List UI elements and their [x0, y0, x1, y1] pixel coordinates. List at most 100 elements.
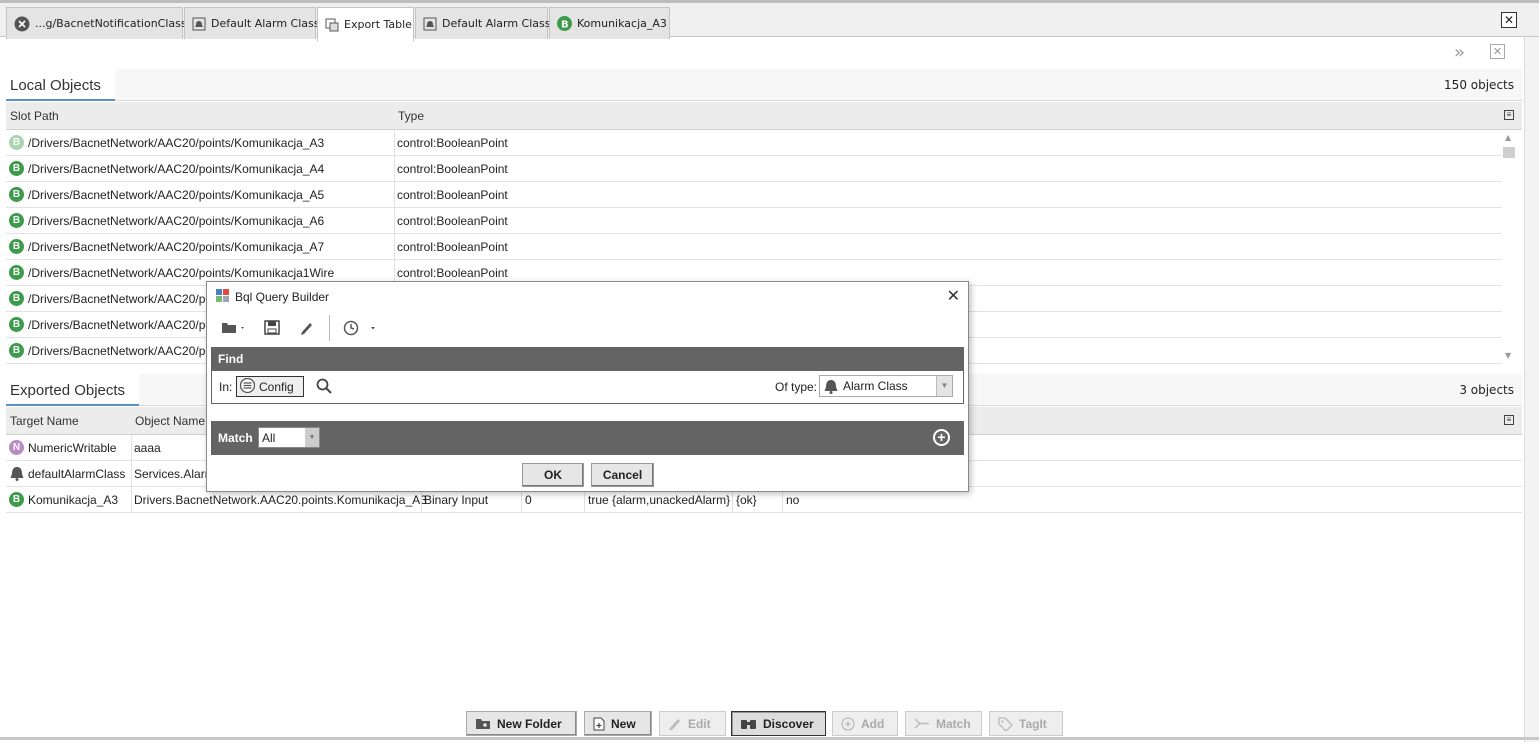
- slot-path-cell: /Drivers/BacnetNetwork/AAC20/points/Komu…: [28, 162, 325, 176]
- instance-cell: 0: [525, 493, 532, 507]
- of-type-select[interactable]: Alarm Class ▼: [819, 375, 953, 397]
- object-type-cell: Binary Input: [424, 493, 489, 507]
- object-name-cell: aaaa: [134, 441, 161, 455]
- dialog-title-bar: Bql Query Builder ✕: [207, 282, 968, 310]
- boolean-point-icon: B: [9, 187, 24, 202]
- table-options-icon[interactable]: ≡: [1504, 415, 1514, 425]
- tagit-label: TagIt: [1019, 716, 1047, 731]
- boolean-point-icon: B: [9, 265, 24, 280]
- table-options-icon[interactable]: ≡: [1504, 110, 1514, 120]
- open-folder-icon[interactable]: [221, 320, 247, 337]
- chevron-down-icon[interactable]: ▼: [936, 376, 952, 396]
- history-clock-icon[interactable]: [343, 320, 377, 339]
- alarm-bell-icon: [10, 466, 24, 484]
- new-document-icon: [593, 717, 605, 731]
- in-config-button[interactable]: Config: [236, 376, 304, 397]
- tab-bacnet-notification-class[interactable]: ...g/BacnetNotificationClass: [6, 7, 187, 39]
- tab-label: Export Table: [344, 18, 412, 31]
- find-section: In: Config Of type: Alarm Class ▼: [211, 371, 964, 404]
- add-condition-icon[interactable]: +: [933, 429, 950, 446]
- tab-bar: ...g/BacnetNotificationClass Default Ala…: [0, 0, 1539, 41]
- tab-export-table[interactable]: Export Table: [317, 7, 414, 41]
- dialog-toolbar: [211, 312, 967, 344]
- dialog-title: Bql Query Builder: [235, 290, 330, 304]
- expand-side-bar-icon[interactable]: »: [1454, 42, 1465, 63]
- table-row[interactable]: B /Drivers/BacnetNetwork/AAC20/points/Ko…: [6, 234, 1502, 260]
- type-cell: control:BooleanPoint: [397, 188, 508, 202]
- local-objects-column-header: Slot Path Type ≡: [6, 102, 1522, 130]
- column-target-name[interactable]: Target Name: [10, 414, 79, 428]
- type-cell: control:BooleanPoint: [397, 266, 508, 280]
- boolean-point-icon: B: [9, 161, 24, 176]
- match-label-btn: Match: [936, 716, 971, 731]
- table-row[interactable]: B /Drivers/BacnetNetwork/AAC20/points/Ko…: [6, 182, 1502, 208]
- close-view-icon[interactable]: ✕: [1490, 44, 1505, 59]
- alarm-class-icon: [423, 17, 437, 31]
- cancel-button[interactable]: Cancel: [591, 463, 654, 487]
- ok-button[interactable]: OK: [522, 463, 584, 487]
- match-select[interactable]: All ▼: [258, 427, 320, 448]
- bql-logo-icon: [216, 289, 230, 306]
- table-row[interactable]: B /Drivers/BacnetNetwork/AAC20/points/Ko…: [6, 130, 1502, 156]
- view-toolbar: » ✕: [8, 37, 1518, 68]
- column-slot-path[interactable]: Slot Path: [10, 109, 59, 123]
- object-name-cell: Drivers.BacnetNetwork.AAC20.points.Komun…: [134, 493, 427, 507]
- of-type-label: Of type:: [775, 380, 818, 394]
- close-circle-icon: [14, 16, 30, 32]
- match-section: Match All ▼ +: [211, 421, 964, 455]
- object-name-cell: Services.Alarm: [134, 467, 215, 481]
- scroll-thumb[interactable]: [1503, 147, 1515, 158]
- new-folder-icon: [475, 717, 491, 730]
- target-name-cell: Komunikacja_A3: [28, 493, 119, 507]
- alarm-bell-icon: [824, 379, 838, 394]
- tab-default-alarm-class[interactable]: Default Alarm Class: [184, 7, 320, 39]
- new-label: New: [611, 716, 636, 731]
- toolbar-separator: [329, 315, 330, 341]
- tab-default-alarm-class-2[interactable]: Default Alarm Class: [415, 7, 551, 39]
- discover-label: Discover: [763, 716, 814, 731]
- in-label: In:: [219, 380, 233, 394]
- match-button[interactable]: Match: [905, 711, 982, 736]
- new-button[interactable]: New: [584, 711, 652, 736]
- boolean-point-icon: B: [9, 213, 24, 228]
- save-icon[interactable]: [264, 320, 280, 338]
- edit-button[interactable]: Edit: [659, 711, 726, 736]
- close-dialog-icon[interactable]: ✕: [947, 286, 960, 306]
- table-row[interactable]: B /Drivers/BacnetNetwork/AAC20/points/Ko…: [6, 208, 1502, 234]
- slot-path-cell: /Drivers/BacnetNetwork/AAC20/points/Komu…: [28, 188, 325, 202]
- slot-path-cell: /Drivers/BacnetNetwork/AAC20/points/Komu…: [28, 266, 335, 280]
- column-object-name[interactable]: Object Name: [135, 414, 205, 428]
- add-circle-icon: [841, 716, 855, 731]
- local-objects-scrollbar[interactable]: ▲ ▼: [1502, 131, 1516, 363]
- table-row[interactable]: B /Drivers/BacnetNetwork/AAC20/points/Ko…: [6, 156, 1502, 182]
- new-folder-button[interactable]: New Folder: [466, 711, 577, 736]
- exported-objects-title: Exported Objects: [6, 374, 140, 406]
- match-label: Match: [218, 431, 253, 445]
- type-cell: control:BooleanPoint: [397, 162, 508, 176]
- tagit-button[interactable]: TagIt: [989, 711, 1063, 736]
- edit-pencil-icon[interactable]: [299, 320, 315, 338]
- slot-path-cell: /Drivers/BacnetNetwork/AAC20/points/Komu…: [28, 136, 325, 150]
- find-section-header: Find: [211, 347, 964, 371]
- match-value: All: [262, 431, 276, 445]
- tab-label: Default Alarm Class: [211, 17, 320, 30]
- export-table-icon: [325, 18, 339, 32]
- add-button[interactable]: Add: [832, 711, 898, 736]
- tab-label: Komunikacja_A3: [577, 17, 667, 30]
- numeric-writable-icon: N: [9, 440, 24, 455]
- match-arrows-icon: [914, 717, 930, 730]
- edit-label: Edit: [688, 716, 711, 731]
- scroll-down-icon[interactable]: ▼: [1505, 351, 1511, 360]
- alarm-class-icon: [192, 17, 206, 31]
- scroll-up-icon[interactable]: ▲: [1505, 133, 1511, 142]
- boolean-point-icon: B: [9, 343, 24, 358]
- tab-komunikacja-a3[interactable]: B Komunikacja_A3: [549, 7, 670, 39]
- column-type[interactable]: Type: [398, 109, 424, 123]
- search-icon[interactable]: [316, 378, 332, 397]
- close-all-tabs-icon[interactable]: ✕: [1501, 12, 1517, 28]
- target-name-cell: NumericWritable: [28, 441, 117, 455]
- discover-button[interactable]: Discover: [731, 711, 826, 736]
- in-config-label: Config: [259, 379, 294, 394]
- chevron-down-icon[interactable]: ▼: [305, 428, 319, 447]
- database-icon: [239, 377, 256, 396]
